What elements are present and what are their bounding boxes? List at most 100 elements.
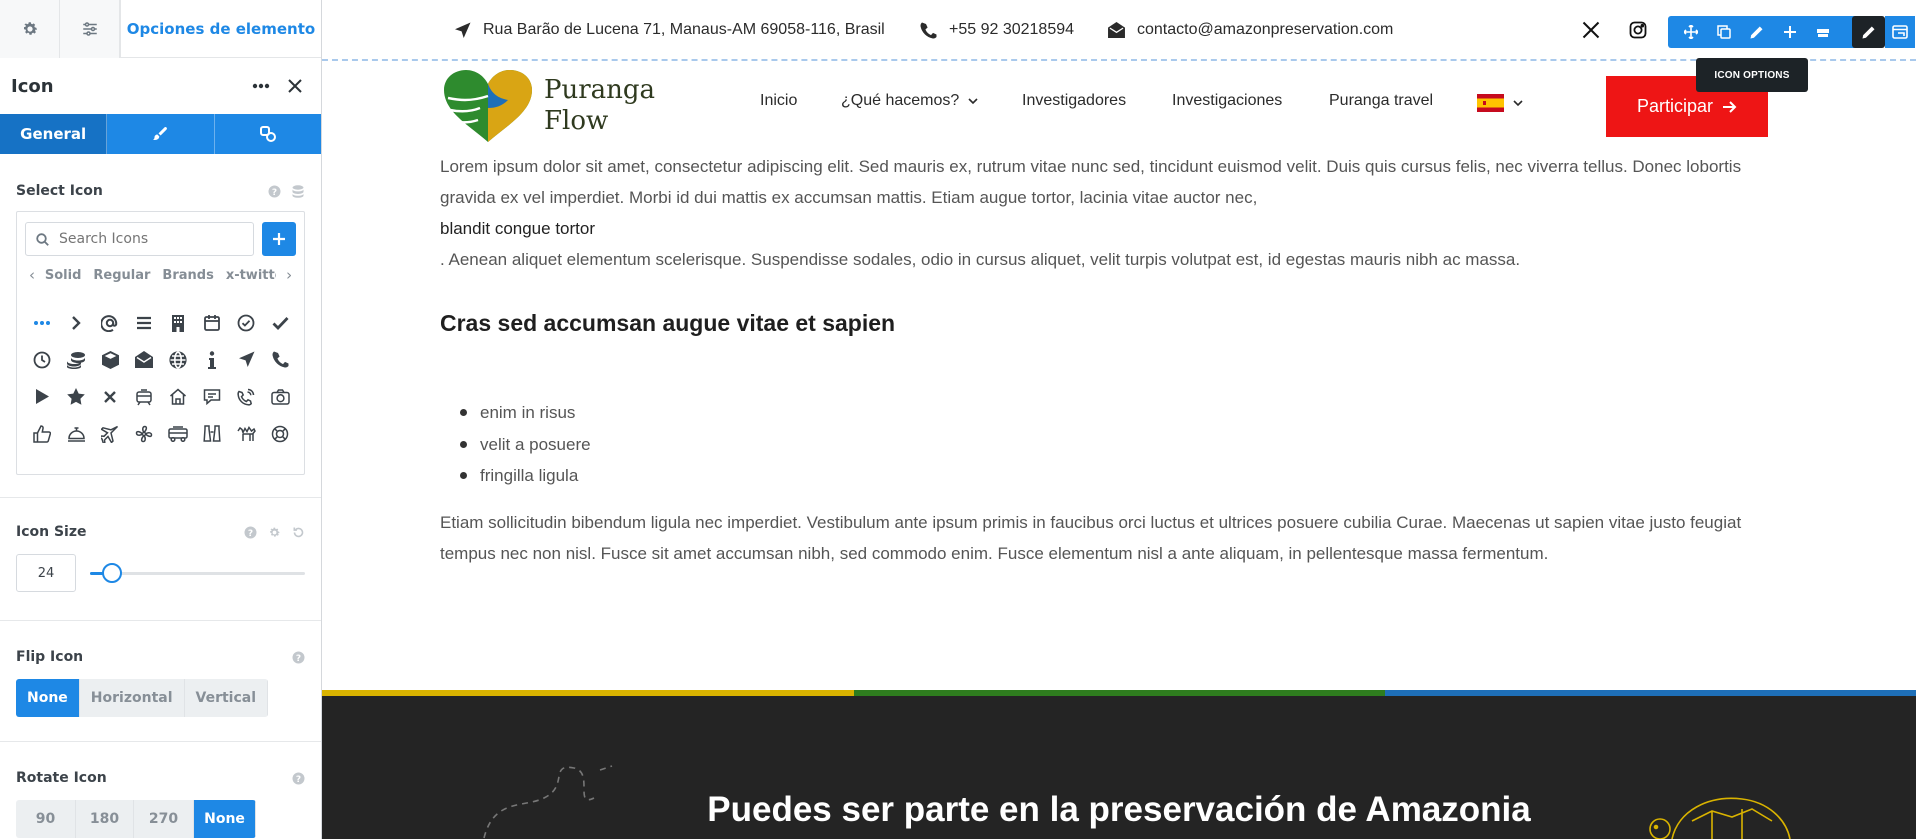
nav-investigaciones[interactable]: Investigaciones — [1172, 92, 1282, 110]
move-button[interactable] — [1674, 16, 1707, 48]
category-regular[interactable]: Regular — [93, 268, 150, 283]
more-options-button[interactable] — [246, 71, 276, 101]
globe-icon[interactable] — [161, 341, 195, 378]
rotate-180-button[interactable]: 180 — [76, 800, 134, 838]
database-icon — [1816, 29, 1829, 37]
close-panel-button[interactable] — [280, 71, 310, 101]
arrow-right-icon — [1723, 100, 1737, 113]
comment-icon[interactable] — [195, 378, 229, 415]
star-icon[interactable] — [59, 378, 93, 415]
phone-icon[interactable] — [263, 341, 297, 378]
phone-volume-icon[interactable] — [229, 378, 263, 415]
house-icon[interactable] — [161, 378, 195, 415]
element-title: Icon — [11, 75, 54, 97]
tram-icon[interactable] — [127, 378, 161, 415]
rotate-90-button[interactable]: 90 — [16, 800, 76, 838]
add-icon-button[interactable] — [262, 222, 296, 256]
icon-options-button[interactable] — [1852, 16, 1885, 48]
icon-grid — [25, 304, 296, 452]
flip-options: None Horizontal Vertical — [16, 679, 269, 717]
truck-icon[interactable] — [161, 415, 195, 452]
life-ring-icon[interactable] — [263, 415, 297, 452]
icon-size-control: Icon Size ? 24 — [0, 522, 321, 592]
nav-investigadores[interactable]: Investigadores — [1022, 92, 1126, 110]
check-icon[interactable] — [263, 304, 297, 341]
chevron-right-icon[interactable]: › — [282, 266, 296, 284]
duplicate-button[interactable] — [1707, 16, 1740, 48]
icon-size-slider[interactable] — [90, 563, 305, 583]
cube-icon[interactable] — [93, 341, 127, 378]
xmark-icon[interactable] — [93, 378, 127, 415]
element-toolbar — [1668, 16, 1866, 48]
coins-icon[interactable] — [59, 341, 93, 378]
tab-general[interactable]: General — [0, 114, 108, 154]
nav-puranga-travel[interactable]: Puranga travel — [1329, 92, 1433, 110]
instagram-icon — [1629, 21, 1647, 39]
rotate-options: 90 180 270 None — [16, 800, 256, 838]
email: contacto@amazonpreservation.com — [1108, 0, 1393, 60]
database-icon[interactable] — [291, 184, 305, 198]
svg-text:?: ? — [295, 654, 300, 664]
rotate-icon-control: Rotate Icon ? 90 180 270 None — [0, 768, 321, 838]
chevron-right-icon[interactable] — [59, 304, 93, 341]
camel-icon[interactable] — [229, 415, 263, 452]
spain-flag-icon — [1477, 94, 1504, 112]
gear-icon[interactable] — [267, 525, 281, 539]
fan-icon[interactable] — [127, 415, 161, 452]
camera-icon[interactable] — [263, 378, 297, 415]
category-solid[interactable]: Solid — [45, 268, 82, 283]
save-template-button[interactable] — [1806, 16, 1839, 48]
nav-que-hacemos[interactable]: ¿Qué hacemos? — [841, 92, 978, 110]
flip-horizontal-button[interactable]: Horizontal — [79, 679, 185, 717]
tab-style[interactable] — [107, 114, 215, 154]
slider-handle[interactable] — [101, 563, 122, 583]
paragraph-2: Etiam sollicitudin bibendum ligula nec i… — [440, 513, 1742, 563]
element-options-tab[interactable]: Opciones de elemento — [120, 0, 321, 57]
flip-vertical-button[interactable]: Vertical — [184, 679, 269, 717]
highlight-text: blandit congue tortor — [440, 219, 595, 238]
at-icon[interactable] — [93, 304, 127, 341]
help-icon[interactable]: ? — [267, 184, 281, 198]
icon-search-input[interactable] — [59, 231, 229, 247]
location-arrow-icon[interactable] — [229, 341, 263, 378]
rotate-270-button[interactable]: 270 — [134, 800, 194, 838]
binoculars-icon[interactable] — [195, 415, 229, 452]
thumbs-up-icon[interactable] — [25, 415, 59, 452]
info-icon[interactable] — [195, 341, 229, 378]
building-icon[interactable] — [161, 304, 195, 341]
flip-none-button[interactable]: None — [16, 679, 80, 717]
site-logo[interactable]: Puranga Flow — [440, 68, 655, 144]
add-button[interactable] — [1773, 16, 1806, 48]
category-x-twitter[interactable]: x-twitter — [226, 268, 276, 283]
envelope-open-icon[interactable] — [127, 341, 161, 378]
svg-text:?: ? — [295, 775, 300, 785]
icon-size-input[interactable]: 24 — [16, 554, 76, 592]
category-brands[interactable]: Brands — [162, 268, 213, 283]
section-options-button[interactable] — [1885, 16, 1915, 48]
ellipsis-icon[interactable] — [25, 304, 59, 341]
settings-tab[interactable] — [0, 0, 60, 58]
help-icon[interactable]: ? — [291, 771, 305, 785]
edit-button[interactable] — [1740, 16, 1773, 48]
calendar-icon[interactable] — [195, 304, 229, 341]
instagram-link[interactable] — [1622, 14, 1654, 46]
reset-icon[interactable] — [291, 525, 305, 539]
nav-inicio[interactable]: Inicio — [760, 92, 797, 110]
plane-icon[interactable] — [93, 415, 127, 452]
help-icon[interactable]: ? — [243, 525, 257, 539]
language-switcher[interactable] — [1477, 94, 1523, 112]
tab-advanced[interactable] — [215, 114, 321, 154]
icon-size-label: Icon Size — [16, 524, 87, 540]
play-icon[interactable] — [25, 378, 59, 415]
icon-options-tooltip: ICON OPTIONS — [1696, 58, 1808, 92]
clock-icon[interactable] — [25, 341, 59, 378]
envelope-open-icon — [1108, 22, 1125, 38]
circle-check-icon[interactable] — [229, 304, 263, 341]
navigator-tab[interactable] — [60, 0, 120, 58]
help-icon[interactable]: ? — [291, 650, 305, 664]
x-twitter-link[interactable] — [1575, 14, 1607, 46]
bell-concierge-icon[interactable] — [59, 415, 93, 452]
bars-icon[interactable] — [127, 304, 161, 341]
chevron-left-icon[interactable]: ‹ — [25, 266, 39, 284]
rotate-none-button[interactable]: None — [194, 800, 256, 838]
